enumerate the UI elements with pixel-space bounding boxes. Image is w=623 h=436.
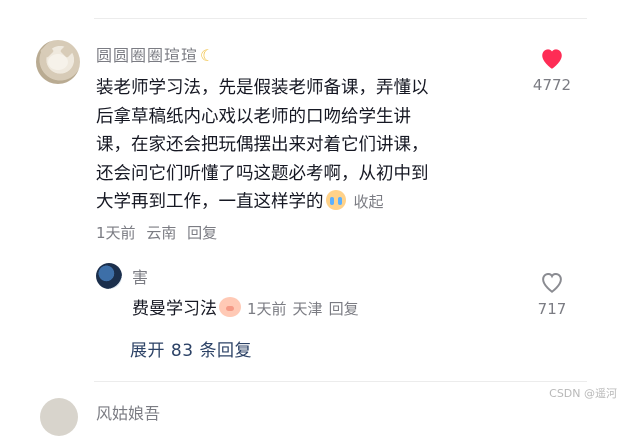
comment-time: 1天前 [96,224,136,242]
heart-outline-icon [542,273,562,293]
crescent-moon-icon: ☾ [200,46,216,65]
reply-username[interactable]: 害 [132,264,148,288]
comment-line: 还会问它们听懂了吗这题必考啊，从初中到 [96,163,429,184]
comment-line: 装老师学习法，先是假装老师备课，弄懂以 [96,78,429,98]
crying-emoji-icon [325,190,346,211]
watermark: CSDN @遥河 [549,387,617,400]
reply-like-count: 717 [537,300,567,318]
reply-time: 1天前 [247,300,287,318]
bottom-divider [94,381,587,382]
reply-location: 天津 [292,300,323,318]
top-divider [94,18,587,19]
comment-like-button[interactable]: 4772 [522,46,582,94]
comment-line: 课，在家还会把玩偶摆出来对着它们讲课， [96,135,429,156]
reply-reply-button[interactable]: 回复 [329,300,359,318]
reply-like-button[interactable]: 717 [522,270,582,318]
reply-avatar[interactable] [96,263,122,289]
commenter-username-text: 圆圆圈圈瑄瑄 [96,46,199,65]
commenter-username[interactable]: 圆圆圈圈瑄瑄 ☾ [96,42,215,66]
comment-body: 装老师学习法，先是假装老师备课，弄懂以 后拿草稿纸内心戏以老师的口吻给学生讲 课… [96,74,500,217]
next-commenter-username[interactable]: 风姑娘吾 [96,400,160,424]
heart-filled-icon [542,49,562,69]
expand-replies-button[interactable]: 展开 83 条回复 [130,336,252,361]
comment-line: 后拿草稿纸内心戏以老师的口吻给学生讲 [96,106,411,127]
comment-meta: 1天前 云南 回复 [96,222,223,243]
comment-location: 云南 [146,224,177,242]
comment-like-count: 4772 [532,76,572,94]
reply-body: 费曼学习法 1天前 天津 回复 [132,294,359,319]
comment-line: 大学再到工作，一直这样学的 [96,192,324,213]
reply-text: 费曼学习法 [132,299,217,319]
collapse-button[interactable]: 收起 [354,193,384,211]
pig-emoji-icon [219,297,241,317]
avatar-face [48,54,68,70]
comment-reply-button[interactable]: 回复 [187,224,217,242]
commenter-avatar[interactable] [36,40,80,84]
next-commenter-avatar[interactable] [40,398,78,436]
